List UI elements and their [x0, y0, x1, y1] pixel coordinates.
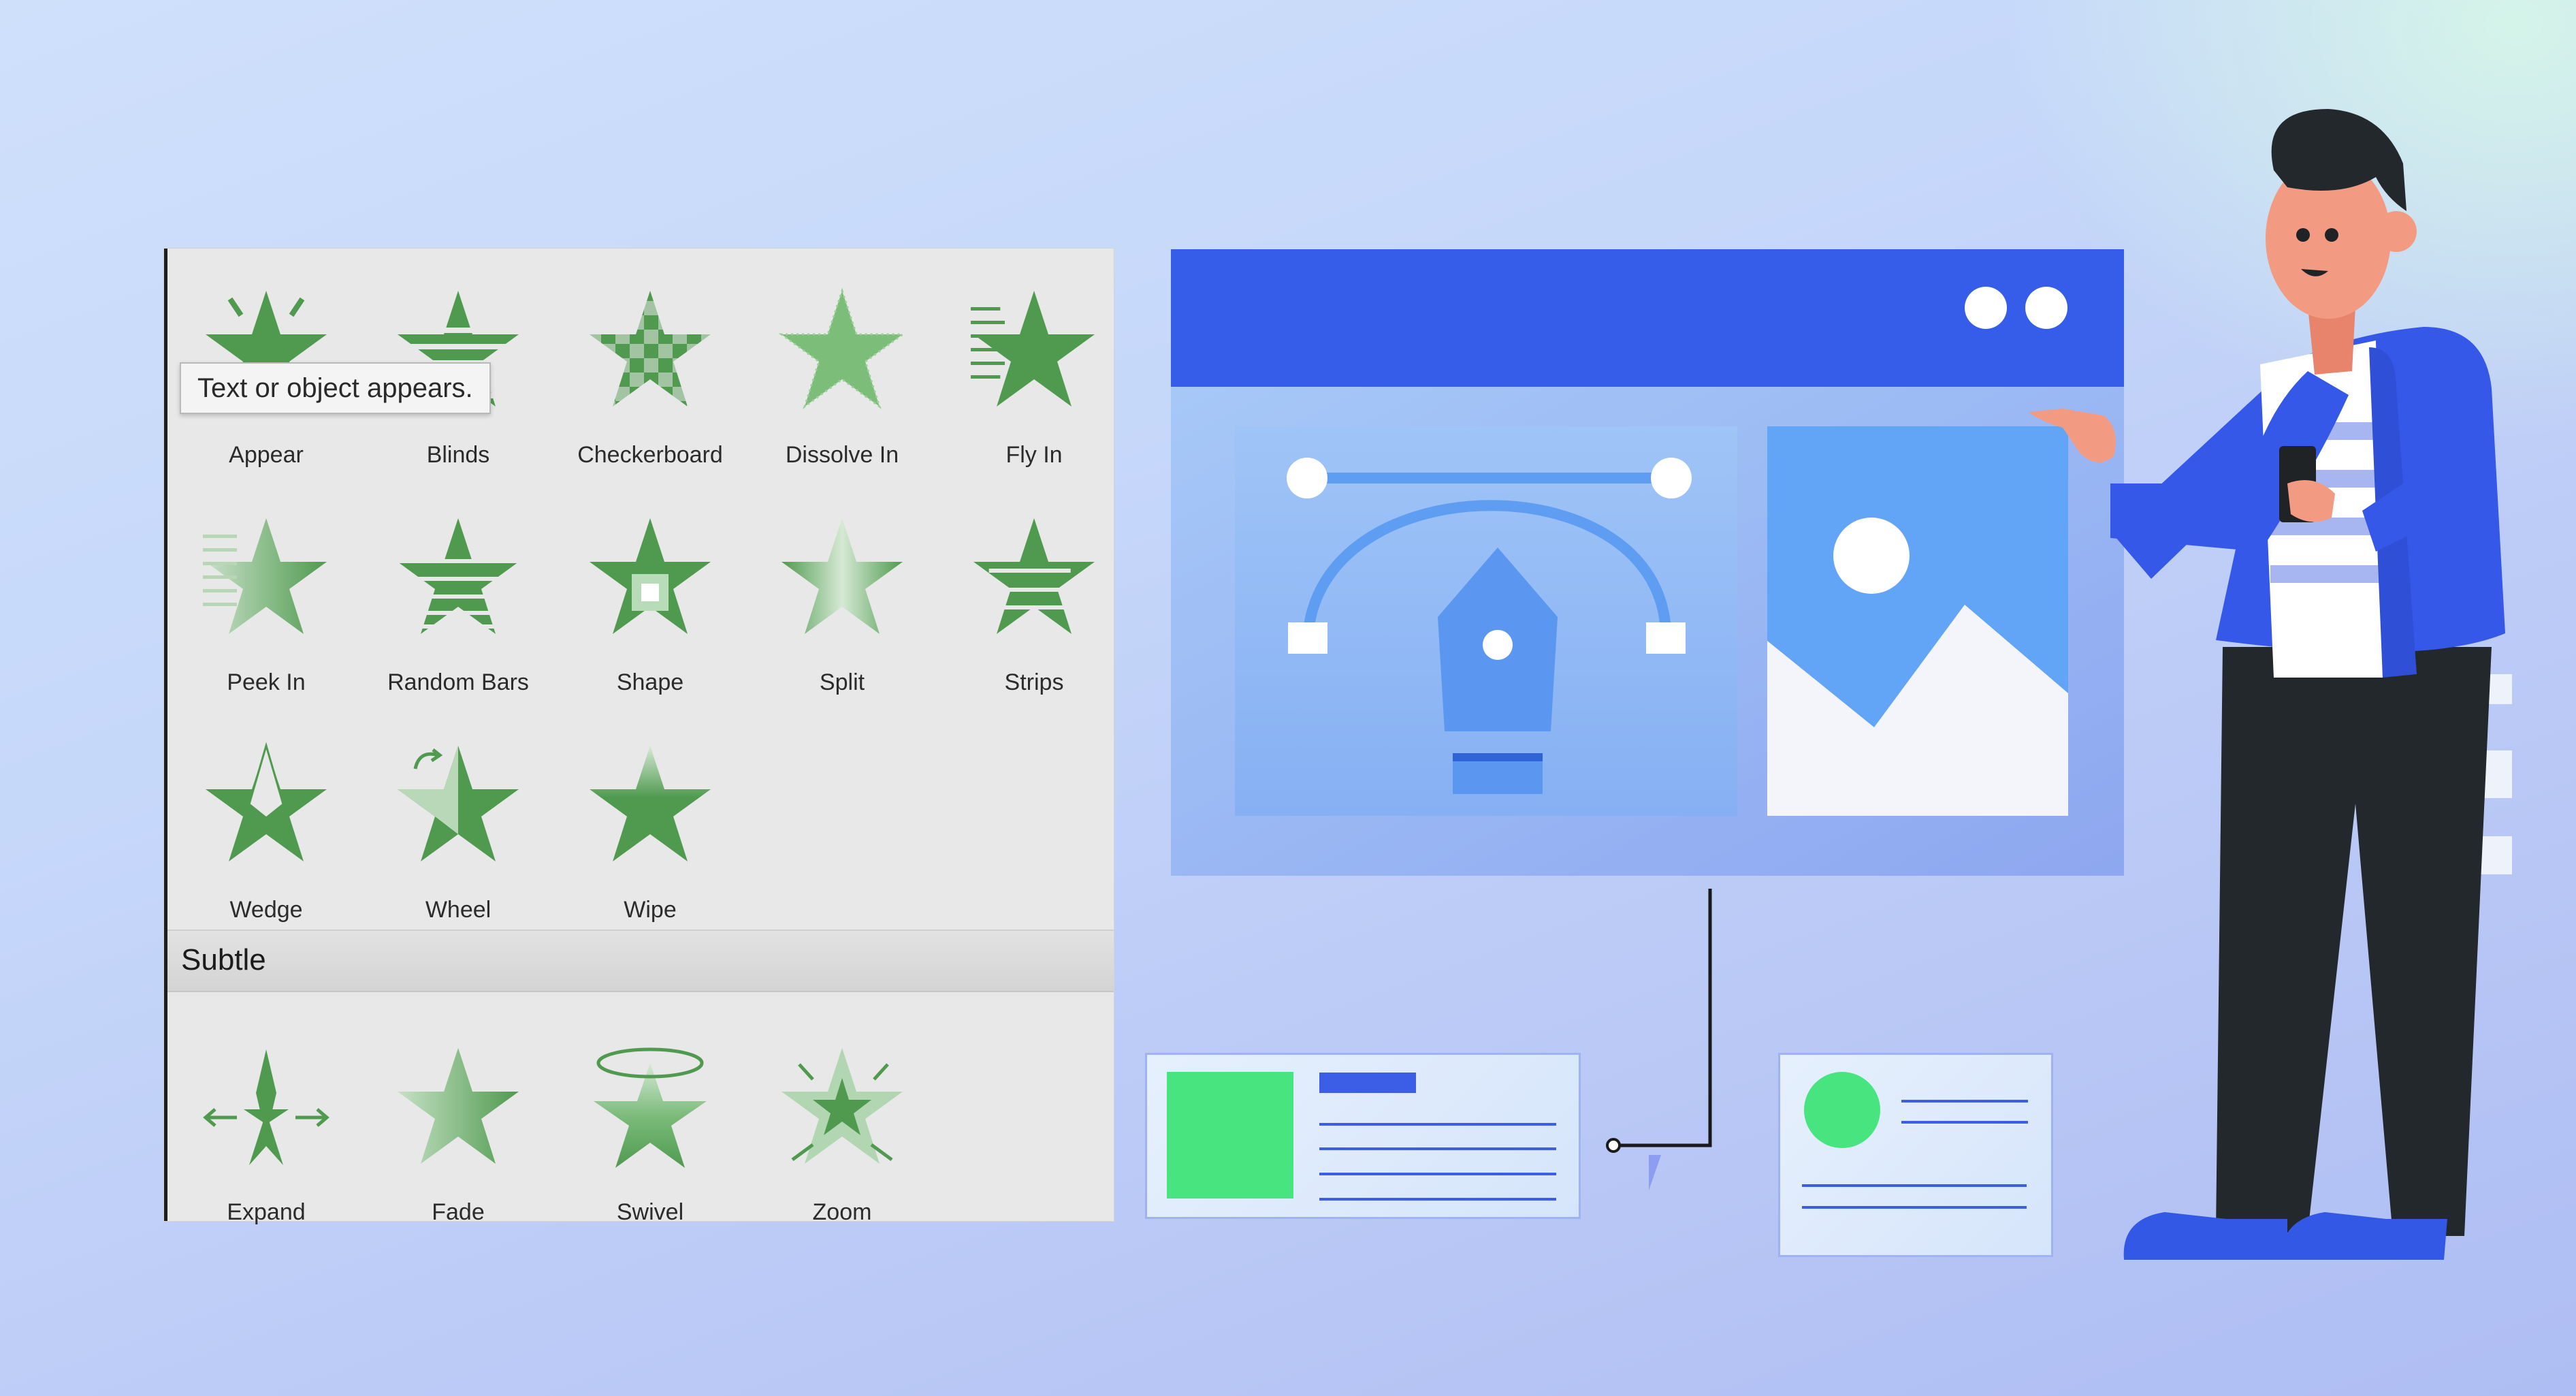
effect-label: Blinds — [426, 442, 490, 468]
expand-icon — [203, 1049, 329, 1165]
effect-item-wedge[interactable]: Wedge — [170, 716, 362, 934]
entrance-effects-grid: Appear Blinds Checkerboard Dissolve In Fly I… — [167, 249, 1114, 930]
section-title: Subtle — [181, 943, 266, 977]
effect-label: Dissolve In — [785, 442, 899, 468]
effect-item-peek-in[interactable]: Peek In — [170, 488, 362, 706]
swivel-icon — [594, 1047, 707, 1168]
effect-item-split[interactable]: Split — [746, 488, 938, 706]
effect-item-shape[interactable]: Shape — [554, 488, 746, 706]
shoe-right — [2281, 1212, 2447, 1260]
effect-item-fly-in[interactable]: Fly In — [938, 261, 1130, 479]
section-header-subtle: Subtle — [167, 930, 1114, 992]
zoom-icon — [782, 1048, 903, 1164]
eye — [2296, 228, 2310, 242]
bezier-anchor — [1651, 458, 1692, 498]
effect-item-dissolve-in[interactable]: Dissolve In — [746, 261, 938, 479]
effect-label: Strips — [1004, 669, 1064, 695]
effect-item-expand[interactable]: Expand — [170, 1018, 362, 1236]
effect-label: Random Bars — [387, 669, 529, 695]
presenter-person — [2029, 109, 2505, 1260]
pointing-hand — [2029, 409, 2116, 462]
effect-item-fade[interactable]: Fade — [362, 1018, 554, 1236]
bezier-node — [1646, 622, 1686, 654]
effect-label: Fade — [432, 1199, 485, 1225]
dissolve-in-icon — [779, 287, 905, 409]
bezier-anchor — [1287, 458, 1327, 498]
effect-item-checkerboard[interactable]: Checkerboard — [554, 261, 746, 479]
effect-item-wipe[interactable]: Wipe — [554, 716, 746, 934]
effect-label: Peek In — [227, 669, 306, 695]
fly-in-icon — [971, 291, 1095, 407]
effect-label: Zoom — [812, 1199, 872, 1225]
shirt-stripe — [2270, 565, 2383, 583]
tooltip: Text or object appears. — [180, 362, 491, 414]
effect-item-zoom[interactable]: Zoom — [746, 1018, 938, 1236]
fade-icon — [398, 1048, 519, 1164]
effect-item-random-bars[interactable]: Random Bars — [362, 488, 554, 706]
effect-label: Wedge — [229, 897, 303, 923]
random-bars-icon — [395, 518, 521, 634]
shape-icon — [590, 518, 711, 634]
split-icon — [782, 518, 903, 634]
effect-item-strips[interactable]: Strips — [938, 488, 1130, 706]
bezier-node — [1288, 622, 1327, 654]
effect-label: Appear — [229, 442, 304, 468]
effect-label: Wipe — [624, 897, 677, 923]
effects-panel: Appear Blinds Checkerboard Dissolve In Fly I… — [164, 249, 1114, 1225]
peek-in-icon — [203, 518, 327, 634]
pen-base-stripe — [1453, 753, 1543, 761]
effect-item-wheel[interactable]: Wheel — [362, 716, 554, 934]
wedge-icon — [206, 742, 327, 861]
ear — [2376, 211, 2417, 252]
effect-label: Shape — [616, 669, 684, 695]
shoe-left — [2123, 1212, 2287, 1260]
effect-label: Expand — [227, 1199, 306, 1225]
strips-icon — [973, 518, 1095, 634]
effect-label: Swivel — [616, 1199, 684, 1225]
effect-label: Checkerboard — [577, 442, 723, 468]
wipe-icon — [590, 746, 711, 861]
subtle-effects-grid: Expand Fade Swivel Zoom — [167, 991, 1114, 1225]
eye — [2325, 228, 2338, 242]
sun-icon — [1833, 518, 1910, 594]
title-bar — [1319, 1073, 1416, 1093]
effect-item-swivel[interactable]: Swivel — [554, 1018, 746, 1236]
pen-nib-hole — [1483, 630, 1513, 660]
effect-label: Split — [819, 669, 865, 695]
connector — [1606, 889, 1712, 1190]
trousers — [2216, 647, 2492, 1236]
checkerboard-icon — [587, 287, 713, 413]
wheel-icon — [398, 746, 519, 861]
avatar — [1804, 1072, 1880, 1148]
image-placeholder — [1167, 1072, 1293, 1199]
effect-label: Fly In — [1005, 442, 1063, 468]
effect-label: Wheel — [425, 897, 492, 923]
content-card-1 — [1145, 1053, 1581, 1219]
